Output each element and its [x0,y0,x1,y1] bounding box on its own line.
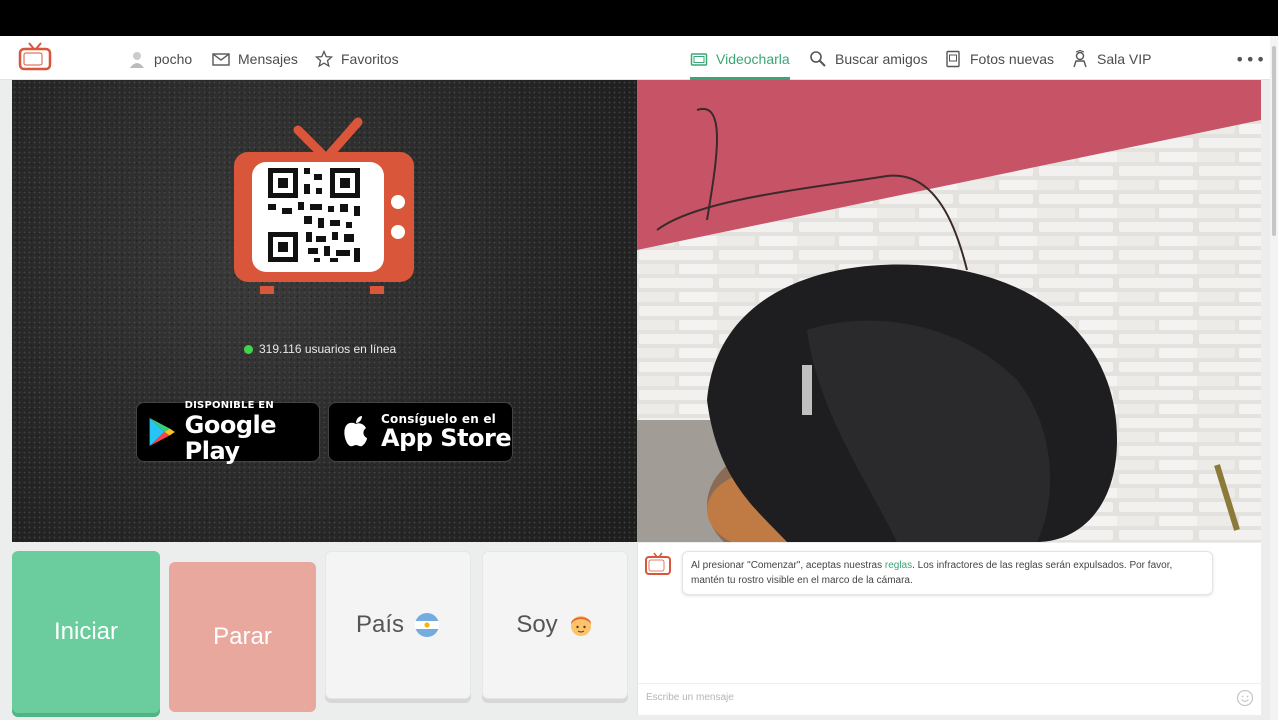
envelope-icon [212,53,230,66]
app-window: pocho Mensajes Favoritos Videocharla Bus… [0,36,1278,720]
nav-messages-label: Mensajes [238,51,298,67]
nav-favorites[interactable]: Favoritos [315,48,399,70]
nav-vip-room-label: Sala VIP [1097,51,1152,67]
search-icon [810,51,826,67]
app-store-badge[interactable]: Consíguelo en el App Store [328,402,513,462]
nav-favorites-label: Favoritos [341,51,399,67]
country-select-button[interactable]: País [325,551,471,699]
nav-videochat[interactable]: Videocharla [690,48,790,70]
user-avatar-icon [130,52,144,68]
tv-qr-logo [234,117,414,294]
stop-button[interactable]: Parar [169,562,316,712]
boy-emoji-icon [570,616,591,636]
logo-tv-icon[interactable] [18,42,52,72]
system-message-pre: Al presionar "Comenzar", aceptas nuestra… [691,560,885,571]
system-message: Al presionar "Comenzar", aceptas nuestra… [682,551,1213,595]
nav-new-photos[interactable]: Fotos nuevas [944,48,1054,70]
nav-messages[interactable]: Mensajes [212,48,298,70]
photo-album-icon [946,50,960,68]
partner-video-pane: 319.116 usuarios en línea DISPONIBLE EN … [12,80,637,542]
scrollbar-thumb[interactable] [1272,46,1276,236]
smiley-emoji-icon[interactable] [1236,689,1254,707]
top-nav: pocho Mensajes Favoritos Videocharla Bus… [0,36,1270,80]
camera-feed-image [637,80,1261,542]
online-dot-icon [244,344,253,354]
nav-new-photos-label: Fotos nuevas [970,51,1055,67]
app-store-big-text: App Store [381,424,512,452]
chat-logo-avatar [645,552,671,575]
nav-search-friends-label: Buscar amigos [835,51,928,67]
google-play-badge[interactable]: DISPONIBLE EN Google Play [136,400,320,465]
online-count-text: 319.116 usuarios en línea [259,342,397,356]
country-label: País [355,611,405,638]
google-play-icon [149,418,175,446]
more-menu-button[interactable]: ••• [1235,50,1266,69]
video-icon [690,53,708,66]
chat-panel: Al presionar "Comenzar", aceptas nuestra… [637,543,1262,715]
vip-person-icon [1073,50,1087,68]
nav-vip-room[interactable]: Sala VIP [1071,48,1151,70]
apple-icon [344,416,367,447]
google-play-big-text: Google Play [184,411,277,465]
self-camera-pane [637,80,1261,542]
soy-label: Soy [516,611,558,638]
star-icon [315,50,333,68]
start-button[interactable]: Iniciar [12,551,160,713]
gender-select-button[interactable]: Soy [482,551,628,699]
argentina-flag-icon [415,613,440,637]
online-users-indicator: 319.116 usuarios en línea [244,342,396,356]
nav-user[interactable]: pocho [128,48,192,70]
nav-videochat-label: Videocharla [716,51,790,67]
top-black-bar [0,0,1278,36]
nav-user-label: pocho [154,51,193,67]
rules-link[interactable]: reglas [885,560,912,571]
nav-search-friends[interactable]: Buscar amigos [809,48,928,70]
message-input[interactable]: Escribe un mensaje [638,683,1262,713]
